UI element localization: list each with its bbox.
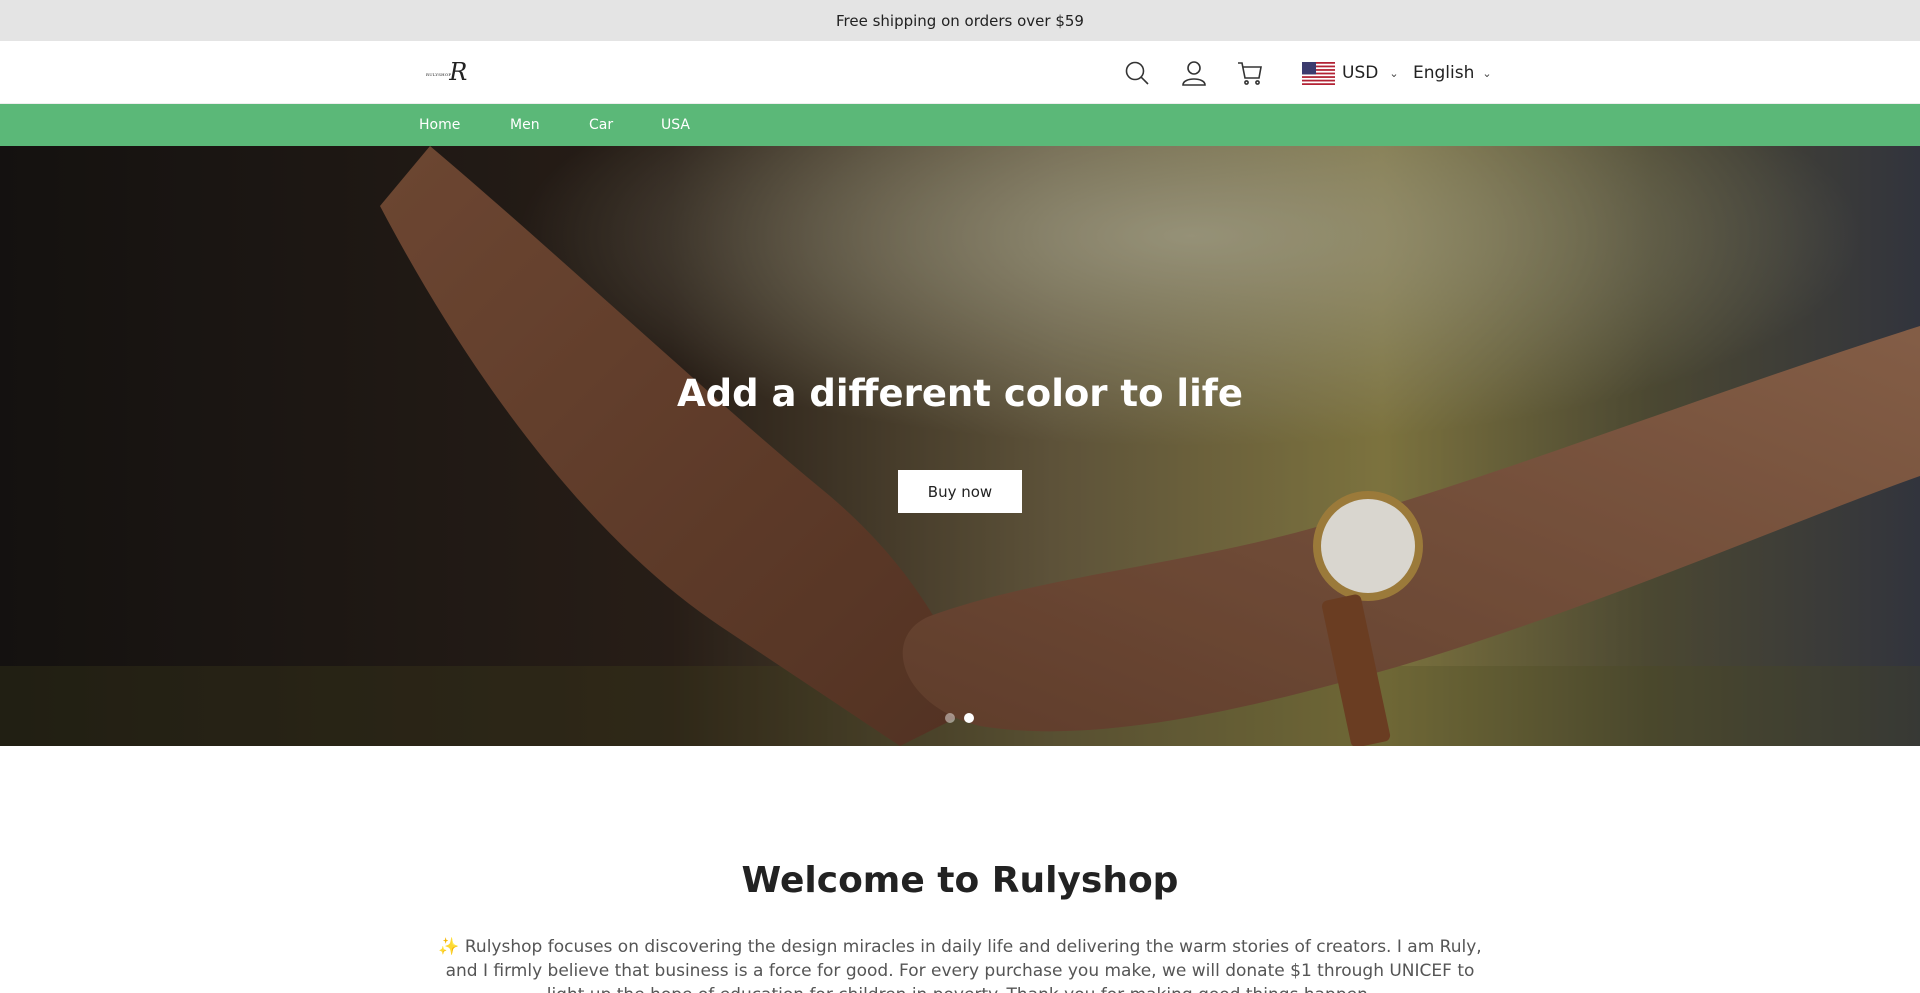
carousel-dot-active[interactable] bbox=[964, 713, 974, 723]
account-icon[interactable] bbox=[1179, 58, 1209, 88]
logo-letter: R bbox=[449, 58, 468, 86]
announcement-text: Free shipping on orders over $59 bbox=[836, 11, 1084, 30]
hero-title: Add a different color to life bbox=[677, 372, 1243, 415]
nav-item-usa[interactable]: USA bbox=[661, 104, 690, 146]
welcome-text: ✨ Rulyshop focuses on discovering the de… bbox=[438, 937, 1482, 993]
currency-label: USD bbox=[1342, 63, 1379, 83]
welcome-title: Welcome to Rulyshop bbox=[741, 860, 1179, 901]
site-header: RULYSHOP R USD ⌄ English ⌄ bbox=[0, 41, 1920, 104]
currency-selector[interactable]: USD ⌄ bbox=[1302, 59, 1399, 87]
carousel-dots bbox=[945, 713, 974, 723]
cart-icon[interactable] bbox=[1235, 58, 1265, 88]
language-label: English bbox=[1413, 63, 1475, 83]
hero-image bbox=[0, 146, 1920, 746]
nav-item-home[interactable]: Home bbox=[419, 104, 460, 146]
announcement-bar: Free shipping on orders over $59 bbox=[0, 0, 1920, 41]
language-selector[interactable]: English ⌄ bbox=[1413, 59, 1492, 87]
nav-item-car[interactable]: Car bbox=[589, 104, 613, 146]
nav-item-men[interactable]: Men bbox=[510, 104, 540, 146]
chevron-down-icon: ⌄ bbox=[1482, 66, 1492, 80]
carousel-dot[interactable] bbox=[945, 713, 955, 723]
hero-banner: Add a different color to life Buy now bbox=[0, 146, 1920, 746]
main-nav: Home Men Car USA bbox=[0, 104, 1920, 146]
logo-small-text: RULYSHOP bbox=[426, 71, 452, 77]
buy-now-button[interactable]: Buy now bbox=[898, 470, 1022, 513]
logo[interactable]: RULYSHOP R bbox=[426, 57, 470, 87]
chevron-down-icon: ⌄ bbox=[1389, 66, 1399, 80]
us-flag-icon bbox=[1302, 61, 1335, 85]
search-icon[interactable] bbox=[1122, 58, 1152, 88]
